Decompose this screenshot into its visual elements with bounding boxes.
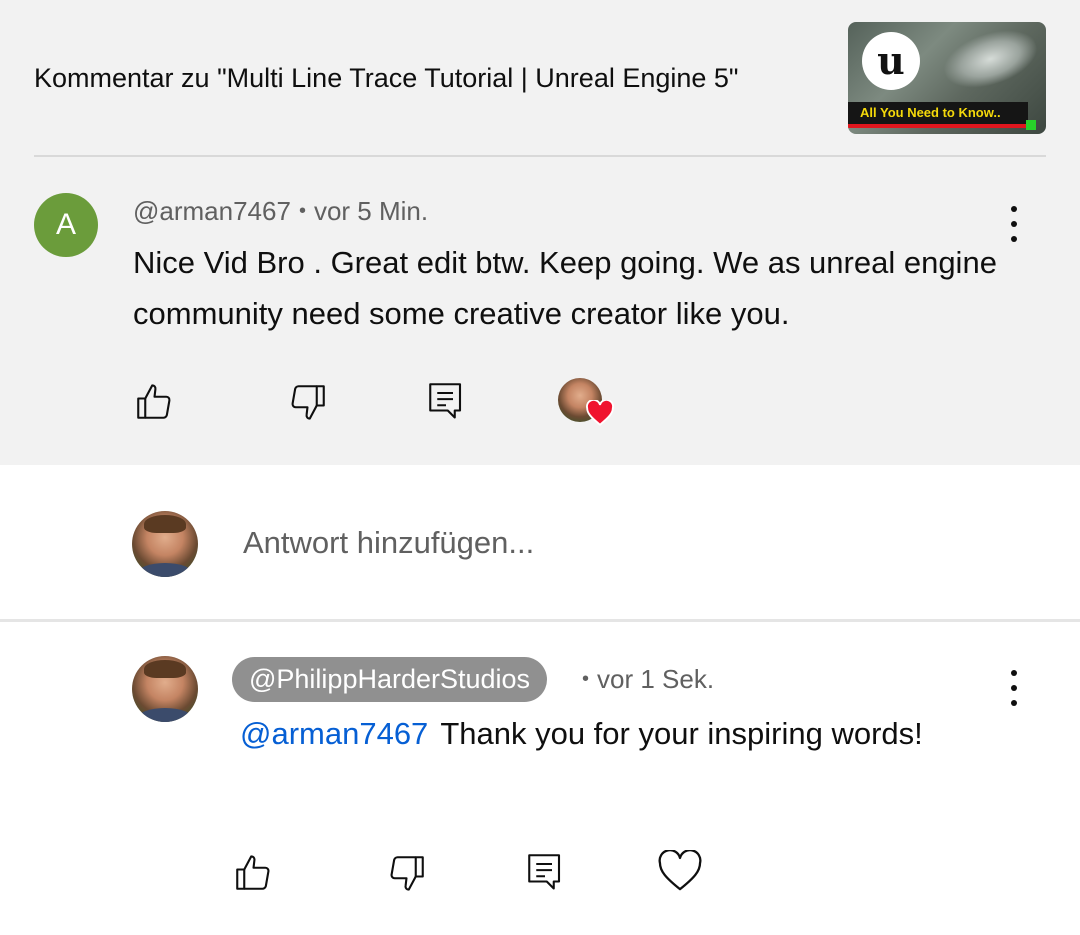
thumb-down-icon[interactable] (386, 852, 428, 894)
reply-timestamp: vor 1 Sek. (597, 664, 715, 694)
creator-heart-badge (558, 378, 614, 426)
highlighted-comment-section: Kommentar zu "Multi Line Trace Tutorial … (0, 0, 1080, 465)
reply-author-badge[interactable]: @PhilippHarderStudios (232, 657, 548, 702)
thumbnail-progress-bar (848, 124, 1026, 128)
reply-mention-link[interactable]: @arman7467 (240, 716, 428, 751)
thumbnail-figure (937, 22, 1044, 98)
meta-separator: • (582, 668, 590, 690)
reply-text: @arman7467 Thank you for your inspiring w… (232, 708, 952, 759)
current-user-avatar[interactable] (132, 511, 198, 577)
thumb-up-icon[interactable] (232, 852, 274, 894)
divider (0, 619, 1080, 622)
comment-author-handle[interactable]: @arman7467 (133, 196, 291, 227)
reply-meta: • vor 1 Sek. (582, 664, 714, 695)
heart-outline-icon[interactable] (657, 850, 703, 892)
comment-reply-icon[interactable] (425, 379, 467, 421)
add-reply-input[interactable]: Antwort hinzufügen... (243, 525, 534, 561)
reply-author-avatar[interactable] (132, 656, 198, 722)
meta-separator: • (298, 200, 306, 222)
video-context-title: Kommentar zu "Multi Line Trace Tutorial … (34, 63, 739, 93)
thumb-down-icon[interactable] (287, 381, 329, 423)
divider (34, 155, 1046, 157)
video-thumbnail[interactable]: u All You Need to Know.. (848, 22, 1046, 134)
thumbnail-banner: All You Need to Know.. (848, 102, 1028, 124)
reply-body: Thank you for your inspiring words! (440, 716, 923, 751)
comment-reply-icon[interactable] (524, 850, 566, 892)
comment-author-avatar[interactable]: A (34, 193, 98, 257)
comment-meta: @arman7467 • vor 5 Min. (133, 196, 428, 227)
comment-text: Nice Vid Bro . Great edit btw. Keep goin… (133, 245, 997, 331)
thumbnail-indicator (1026, 120, 1036, 130)
thumb-up-icon[interactable] (133, 381, 175, 423)
reply-more-options-icon[interactable] (1004, 670, 1024, 706)
unreal-engine-logo: u (862, 32, 920, 90)
comment-timestamp: vor 5 Min. (313, 196, 429, 226)
creator-heart-icon (586, 398, 614, 431)
